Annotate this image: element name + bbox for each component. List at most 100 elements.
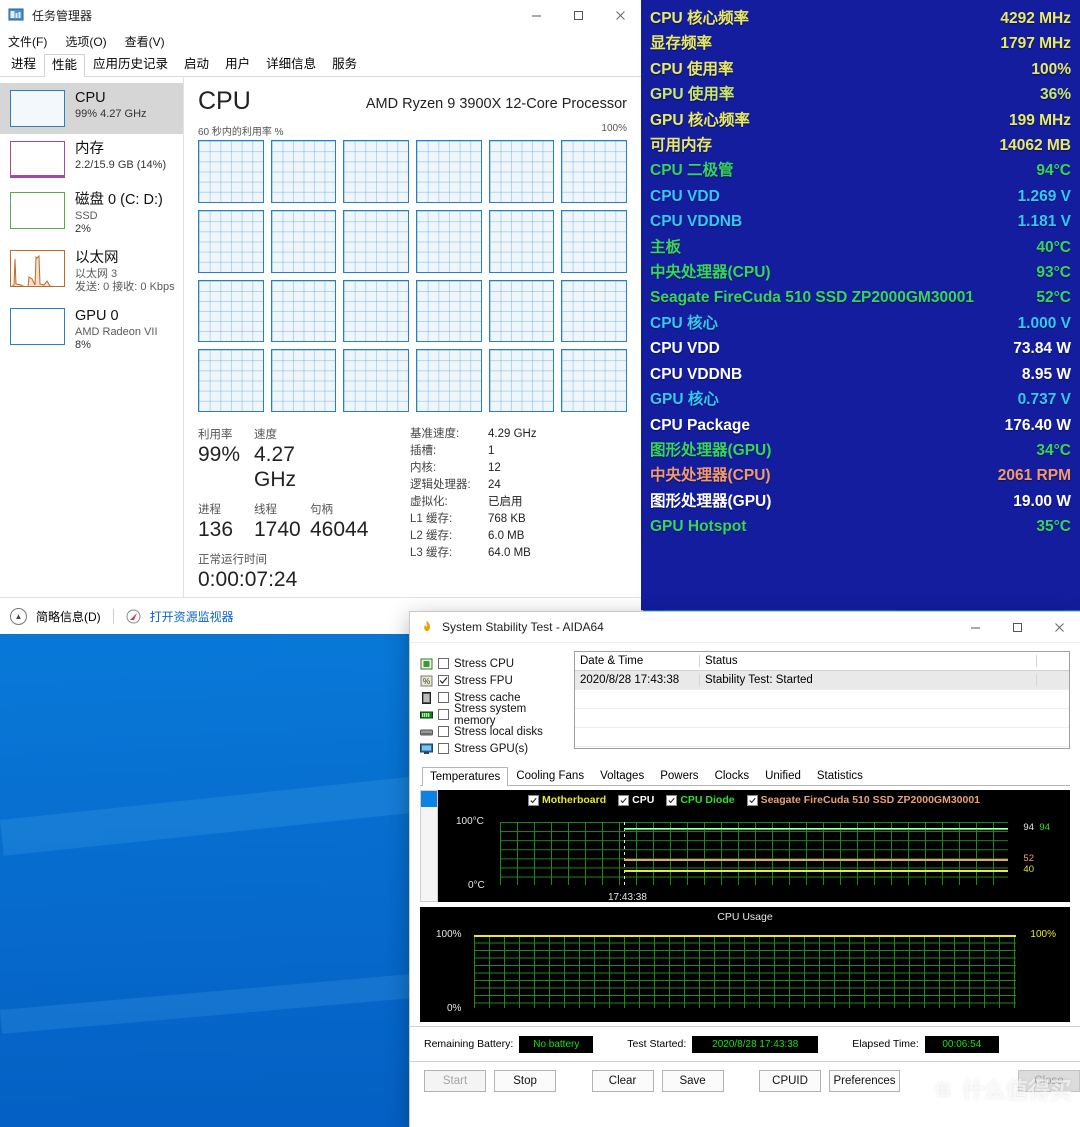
log-table-header: Date & Time Status <box>575 652 1069 671</box>
clear-button[interactable]: Clear <box>592 1070 654 1092</box>
legend-item[interactable]: CPU Diode <box>666 794 734 806</box>
menu-item-file[interactable]: 文件(F) <box>8 33 47 50</box>
legend-checkbox[interactable] <box>666 795 677 806</box>
stress-option-checkbox[interactable] <box>438 726 449 737</box>
legend-item[interactable]: CPU <box>618 794 654 806</box>
stress-option-label: Stress local disks <box>454 726 543 738</box>
open-resource-monitor-link[interactable]: 打开资源监视器 <box>150 608 234 625</box>
cpu-spec-row: 插槽:1 <box>410 443 537 460</box>
aida64-maximize-button[interactable] <box>996 612 1038 642</box>
stress-option-checkbox[interactable] <box>438 675 449 686</box>
cpu-stat-uptime-group: 正常运行时间 0:00:07:24 <box>198 551 410 592</box>
stress-option-row[interactable]: %Stress FPU <box>420 672 560 689</box>
stress-options-list[interactable]: Stress CPU%Stress FPUStress cacheStress … <box>420 651 560 757</box>
sidebar-item-cpu[interactable]: CPU 99% 4.27 GHz <box>0 83 183 134</box>
temp-label-ssd: 52 <box>1023 853 1034 864</box>
fewer-details-button[interactable]: 简略信息(D) <box>36 608 101 625</box>
logical-processor-grid[interactable] <box>198 140 627 412</box>
legend-item[interactable]: Seagate FireCuda 510 SSD ZP2000GM30001 <box>747 794 980 806</box>
table-row[interactable] <box>575 727 1069 746</box>
log-empty-rows <box>575 689 1069 765</box>
osd-row-label: Seagate FireCuda 510 SSD ZP2000GM30001 <box>650 285 982 310</box>
aida64-flame-icon <box>420 620 434 634</box>
legend-item[interactable]: Motherboard <box>528 794 606 806</box>
tab-temperatures[interactable]: Temperatures <box>422 767 508 786</box>
resource-monitor-icon <box>126 609 141 624</box>
tab-cooling-fans[interactable]: Cooling Fans <box>508 766 592 785</box>
menu-item-view[interactable]: 查看(V) <box>125 33 165 50</box>
sidebar-item-gpu[interactable]: GPU 0 AMD Radeon VII 8% <box>0 301 183 359</box>
logical-processor-cell <box>489 140 555 203</box>
osd-row: GPU Hotspot35°C <box>650 514 1071 539</box>
logical-processor-cell <box>198 210 264 273</box>
aida64-titlebar[interactable]: System Stability Test - AIDA64 <box>410 612 1080 643</box>
stress-option-row[interactable]: Stress system memory <box>420 706 560 723</box>
tab-services[interactable]: 服务 <box>324 53 365 76</box>
value-uptime: 0:00:07:24 <box>198 567 297 592</box>
stress-option-checkbox[interactable] <box>438 658 449 669</box>
aida64-tabstrip[interactable]: Temperatures Cooling Fans Voltages Power… <box>420 766 1070 786</box>
tab-users[interactable]: 用户 <box>217 53 258 76</box>
stress-option-checkbox[interactable] <box>438 709 449 720</box>
tab-voltages[interactable]: Voltages <box>592 766 652 785</box>
tab-clocks[interactable]: Clocks <box>707 766 758 785</box>
chart-scrollbar[interactable] <box>420 790 438 902</box>
cpu-spec-value: 6.0 MB <box>488 528 524 545</box>
task-manager-window[interactable]: 任务管理器 文件(F) 选项(O) 查看(V) 进程 性能 应用历史记录 启动 … <box>0 0 642 610</box>
tab-processes[interactable]: 进程 <box>3 53 44 76</box>
value-speed: 4.27 GHz <box>254 442 340 492</box>
temp-label-cpu: 94 <box>1023 822 1034 833</box>
aida64-close-button[interactable] <box>1038 612 1080 642</box>
tab-unified[interactable]: Unified <box>757 766 809 785</box>
table-row[interactable] <box>575 689 1069 708</box>
stress-option-row[interactable]: Stress GPU(s) <box>420 740 560 757</box>
aida64-minimize-button[interactable] <box>954 612 996 642</box>
stress-option-checkbox[interactable] <box>438 692 449 703</box>
temperatures-chart-legend[interactable]: Motherboard CPU CPU Diode Seagate FireCuda … <box>438 790 1070 806</box>
table-row[interactable] <box>575 708 1069 727</box>
tab-statistics[interactable]: Statistics <box>809 766 871 785</box>
legend-checkbox[interactable] <box>618 795 629 806</box>
task-manager-titlebar[interactable]: 任务管理器 <box>0 0 641 30</box>
tab-performance[interactable]: 性能 <box>44 54 85 77</box>
tab-details[interactable]: 详细信息 <box>258 53 324 76</box>
close-dialog-button[interactable]: Close <box>1018 1070 1080 1092</box>
minimize-button[interactable] <box>515 0 557 30</box>
save-button[interactable]: Save <box>662 1070 724 1092</box>
table-row[interactable] <box>575 746 1069 765</box>
sidebar-item-disk[interactable]: 磁盘 0 (C: D:) SSD 2% <box>0 185 183 243</box>
stress-option-row[interactable]: Stress CPU <box>420 655 560 672</box>
stability-log-table[interactable]: Date & Time Status 2020/8/28 17:43:38 St… <box>574 651 1070 749</box>
sidebar-item-ethernet[interactable]: 以太网 以太网 3 发送: 0 接收: 0 Kbps <box>0 243 183 301</box>
tab-startup[interactable]: 启动 <box>176 53 217 76</box>
label-test-started: Test Started: <box>627 1038 686 1050</box>
logical-processor-cell <box>198 140 264 203</box>
value-elapsed-time: 00:06:54 <box>925 1036 999 1053</box>
table-row[interactable]: 2020/8/28 17:43:38 Stability Test: Start… <box>575 671 1069 689</box>
close-button[interactable] <box>599 0 641 30</box>
cpu-spec-key: 基准速度: <box>410 426 488 443</box>
sidebar-item-memory[interactable]: 内存 2.2/15.9 GB (14%) <box>0 134 183 185</box>
chevron-up-icon[interactable]: ▲ <box>10 608 27 625</box>
resource-list[interactable]: CPU 99% 4.27 GHz 内存 2.2/15.9 GB (14%) 磁盘… <box>0 77 184 597</box>
task-manager-tabstrip[interactable]: 进程 性能 应用历史记录 启动 用户 详细信息 服务 <box>0 52 641 77</box>
stop-button[interactable]: Stop <box>494 1070 556 1092</box>
legend-checkbox[interactable] <box>747 795 758 806</box>
aida64-stability-test-window[interactable]: System Stability Test - AIDA64 Stress CP… <box>410 612 1080 1127</box>
stress-option-checkbox[interactable] <box>438 743 449 754</box>
cpuid-button[interactable]: CPUID <box>759 1070 821 1092</box>
task-manager-window-controls[interactable] <box>515 0 641 30</box>
chart-scrollbar-thumb[interactable] <box>421 791 437 807</box>
maximize-button[interactable] <box>557 0 599 30</box>
aida64-window-controls[interactable] <box>954 612 1080 642</box>
task-manager-menubar[interactable]: 文件(F) 选项(O) 查看(V) <box>0 30 641 52</box>
legend-checkbox[interactable] <box>528 795 539 806</box>
tab-powers[interactable]: Powers <box>652 766 706 785</box>
cpu-spec-row: L1 缓存:768 KB <box>410 511 537 528</box>
menu-item-options[interactable]: 选项(O) <box>65 33 106 50</box>
start-button[interactable]: Start <box>424 1070 486 1092</box>
preferences-button[interactable]: Preferences <box>829 1070 900 1092</box>
tab-app-history[interactable]: 应用历史记录 <box>85 53 176 76</box>
stress-option-row[interactable]: Stress local disks <box>420 723 560 740</box>
aida64-button-row[interactable]: Start Stop Clear Save CPUID Preferences … <box>410 1062 1080 1092</box>
